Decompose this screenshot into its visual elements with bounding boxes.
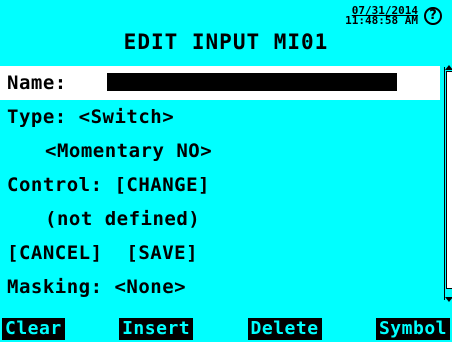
name-input[interactable] — [106, 73, 397, 91]
cancel-button[interactable]: [CANCEL] — [7, 242, 103, 264]
name-label: Name: — [7, 72, 67, 94]
device-screen: 07/31/2014 11:48:58 AM ? EDIT INPUT MI01… — [0, 0, 452, 342]
scroll-up-icon[interactable] — [445, 65, 452, 70]
symbol-button[interactable]: Symbol — [375, 318, 450, 340]
menu-item-control[interactable]: Control: [CHANGE] — [0, 168, 440, 202]
datetime-display: 07/31/2014 11:48:58 AM — [345, 5, 418, 27]
menu-item-actions: [CANCEL] [SAVE] — [0, 236, 440, 270]
time-text: 11:48:58 AM — [345, 14, 418, 27]
page-title: EDIT INPUT MI01 — [123, 30, 329, 54]
delete-button[interactable]: Delete — [247, 318, 322, 340]
clear-button[interactable]: Clear — [2, 318, 65, 340]
menu-item-subtype[interactable]: <Momentary NO> — [0, 134, 440, 168]
edit-input-menu: Name: Type: <Switch> <Momentary NO> Cont… — [0, 66, 440, 304]
scrollbar[interactable] — [444, 65, 452, 302]
menu-item-masking[interactable]: Masking: <None> — [0, 270, 440, 304]
menu-item-name[interactable]: Name: — [0, 66, 440, 100]
help-icon[interactable]: ? — [424, 7, 442, 25]
scroll-thumb[interactable] — [446, 71, 452, 289]
insert-button[interactable]: Insert — [119, 318, 194, 340]
save-button[interactable]: [SAVE] — [126, 242, 198, 264]
scroll-down-icon[interactable] — [445, 297, 452, 302]
menu-item-type[interactable]: Type: <Switch> — [0, 100, 440, 134]
control-value-text: (not defined) — [45, 208, 201, 230]
softkey-bar: Clear Insert Delete Symbol — [2, 318, 450, 340]
